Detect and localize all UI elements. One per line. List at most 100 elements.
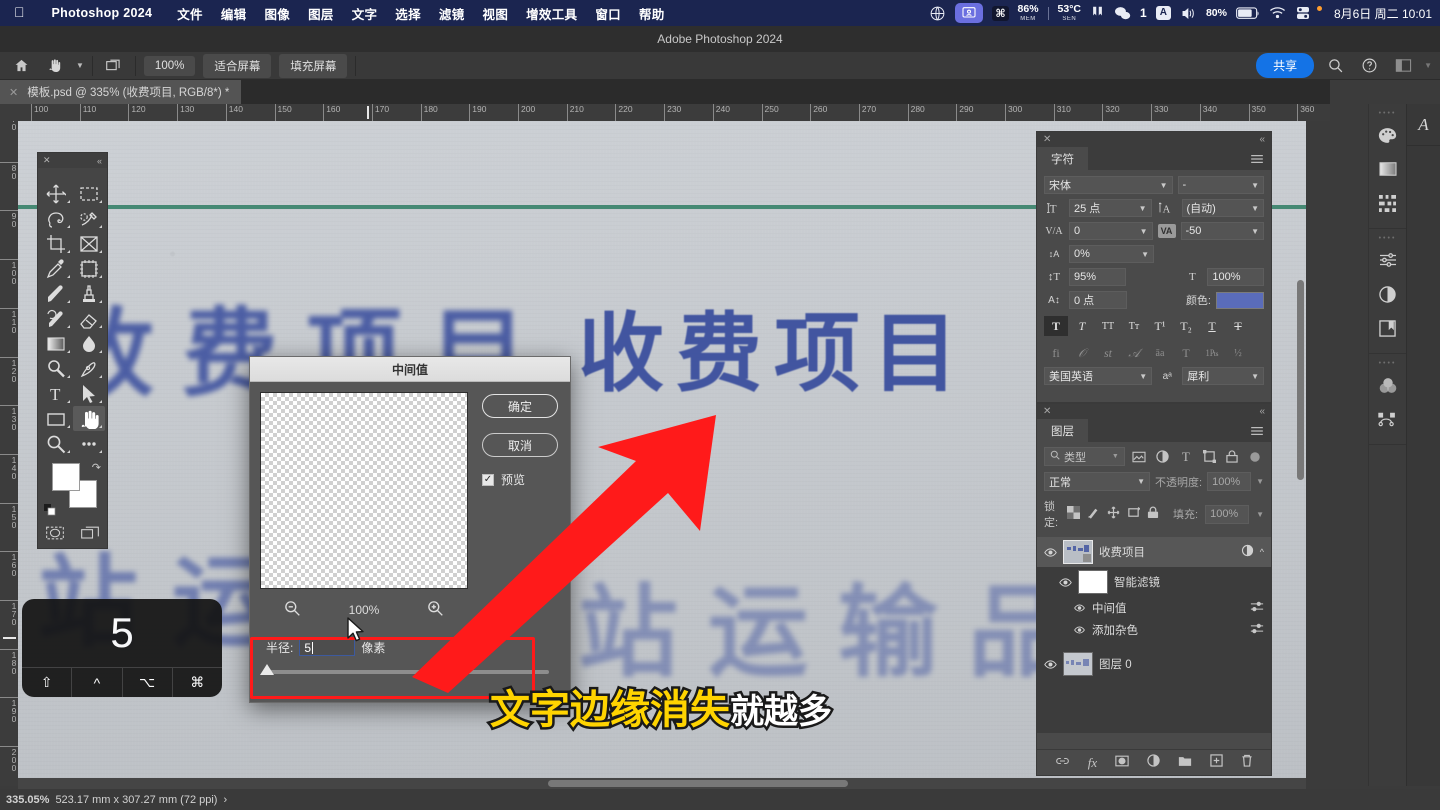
home-icon[interactable] [8,55,34,77]
character-panel-icon[interactable]: A [1407,104,1440,146]
brush-tool-icon[interactable] [40,281,73,306]
font-size-input[interactable]: 25 点 ▼ [1069,199,1152,217]
wechat-icon[interactable] [1114,6,1131,21]
control-center-icon[interactable] [1295,5,1311,21]
battery-icon[interactable] [1236,6,1260,20]
chevron-down-icon[interactable]: ▼ [76,61,84,70]
apple-logo-icon[interactable]:  [14,5,25,19]
smart-filter-mask-thumbnail[interactable] [1078,570,1108,594]
type-filter-icon[interactable]: T [1177,449,1194,465]
status-chevron-icon[interactable]: › [223,794,227,806]
shape-filter-icon[interactable] [1200,450,1217,463]
titling-alternates-button[interactable]: T [1174,343,1198,363]
new-group-icon[interactable] [1178,754,1192,772]
help-icon[interactable] [1356,55,1382,77]
close-icon[interactable]: ✕ [1043,406,1051,417]
fill-chevron-icon[interactable]: ▼ [1256,510,1264,519]
layer-style-fx-icon[interactable]: fx [1088,755,1097,771]
clone-stamp-tool-icon[interactable] [73,281,106,306]
workspace-icon[interactable] [1390,55,1416,77]
swatches-panel-icon[interactable] [1369,152,1406,186]
adjustment-layer-icon[interactable] [1147,753,1160,772]
layer-thumbnail[interactable] [1063,540,1093,564]
vertical-scale-input[interactable]: 0% ▼ [1069,245,1154,263]
document-tab[interactable]: ✕ 模板.psd @ 335% (收费项目, RGB/8*) * [0,80,242,104]
libraries-panel-icon[interactable] [1369,186,1406,220]
smart-object-badge-icon[interactable] [1241,544,1254,560]
vertical-ruler[interactable]: 70 80 90 100 110 120 130 140 150 160 170 180 190 200 [0,121,18,786]
discretionary-ligatures-button[interactable]: st [1096,343,1120,363]
share-button[interactable]: 共享 [1256,53,1315,78]
panel-menu-icon[interactable] [1250,147,1271,170]
temperature-indicator[interactable]: 53°C SEN [1058,4,1081,22]
leading-input[interactable]: (自动) ▼ [1181,199,1264,217]
close-icon[interactable]: ✕ [9,86,18,99]
menu-item-image[interactable]: 图像 [255,4,299,23]
rail-grip[interactable]: •••• [1369,235,1406,243]
collapse-panel-icon[interactable]: « [1259,406,1265,417]
edit-toolbar-tool-icon[interactable] [73,431,106,456]
layer-comps-icon[interactable] [1369,311,1406,345]
faux-bold-button[interactable]: T [1044,316,1068,336]
history-brush-tool-icon[interactable] [40,306,73,331]
rail-grip[interactable]: •••• [1369,360,1406,368]
menu-item-layer[interactable]: 图层 [299,4,343,23]
menu-item-help[interactable]: 帮助 [630,4,674,23]
hand-tool-icon[interactable] [72,406,105,431]
search-icon[interactable] [1322,55,1348,77]
vertical-scrollbar-thumb[interactable] [1297,280,1304,480]
color-panel-icon[interactable] [1369,118,1406,152]
eyedropper-tool-icon[interactable] [40,256,73,281]
horizontal-ruler[interactable]: 100 110 120 130 140 150 160 170 180 190 200 210 220 2… [18,104,1330,121]
quick-select-tool-icon[interactable] [73,206,106,231]
menu-item-view[interactable]: 视图 [474,4,518,23]
superscript-button[interactable]: T¹ [1148,316,1172,336]
all-caps-button[interactable]: TT [1096,316,1120,336]
font-family-select[interactable]: 宋体 ▼ [1044,176,1173,194]
lock-transparent-icon[interactable] [1067,506,1081,522]
fit-screen-button[interactable]: 适合屏幕 [203,53,272,78]
radius-slider-knob[interactable] [260,664,274,675]
menu-app-name[interactable]: Photoshop 2024 [43,6,169,20]
tab-layers[interactable]: 图层 [1037,419,1088,442]
opacity-chevron-icon[interactable]: ▼ [1256,477,1264,486]
horizontal-scale-input[interactable]: 95% [1069,268,1126,286]
panel-menu-icon[interactable] [1250,419,1271,442]
swash-button[interactable]: 𝒜 [1122,343,1146,363]
layer-visibility-icon[interactable] [1073,626,1086,634]
layer-row-background[interactable]: 图层 0 [1037,649,1271,679]
collapse-panel-icon[interactable]: « [97,156,102,166]
horizontal-scrollbar-thumb[interactable] [548,780,848,787]
zoom-tool-icon[interactable] [40,431,73,456]
menu-item-plugins[interactable]: 增效工具 [517,4,586,23]
link-layers-icon[interactable] [1055,754,1070,772]
globe-icon[interactable] [929,5,946,22]
zoom-level-button[interactable]: 100% [143,55,196,76]
volume-icon[interactable] [1180,6,1197,21]
lock-artboard-icon[interactable] [1127,506,1141,522]
menu-item-edit[interactable]: 编辑 [212,4,256,23]
keyboard-shortcut-icon[interactable]: ⌘ [992,5,1009,21]
clock[interactable]: 8月6日 周二 10:01 [1334,5,1432,22]
move-tool-icon[interactable] [40,181,73,206]
lock-all-icon[interactable] [1147,506,1159,522]
foreground-color-swatch[interactable] [52,463,80,491]
lock-position-icon[interactable] [1107,506,1120,522]
screen-mode-icon[interactable] [80,525,100,546]
adjustment-filter-icon[interactable] [1154,450,1171,463]
layer-row-filter-median[interactable]: 中间值 [1037,597,1271,619]
kerning-input[interactable]: 0 ▼ [1069,222,1153,240]
language-select[interactable]: 美国英语 ▼ [1044,367,1153,385]
frame-tool-icon[interactable] [73,231,106,256]
quick-mask-icon[interactable] [45,525,65,546]
antialias-select[interactable]: 犀利 ▼ [1182,367,1264,385]
channels-panel-icon[interactable] [1369,368,1406,402]
layer-visibility-icon[interactable] [1044,547,1057,557]
ordinals-button[interactable]: 1₧ [1200,343,1224,363]
lasso-tool-icon[interactable] [40,206,73,231]
dodge-tool-icon[interactable] [40,356,73,381]
menu-item-select[interactable]: 选择 [386,4,430,23]
strikethrough-button[interactable]: T [1226,316,1250,336]
layer-visibility-icon[interactable] [1044,659,1057,669]
workspace-chevron-icon[interactable]: ▼ [1424,61,1432,70]
